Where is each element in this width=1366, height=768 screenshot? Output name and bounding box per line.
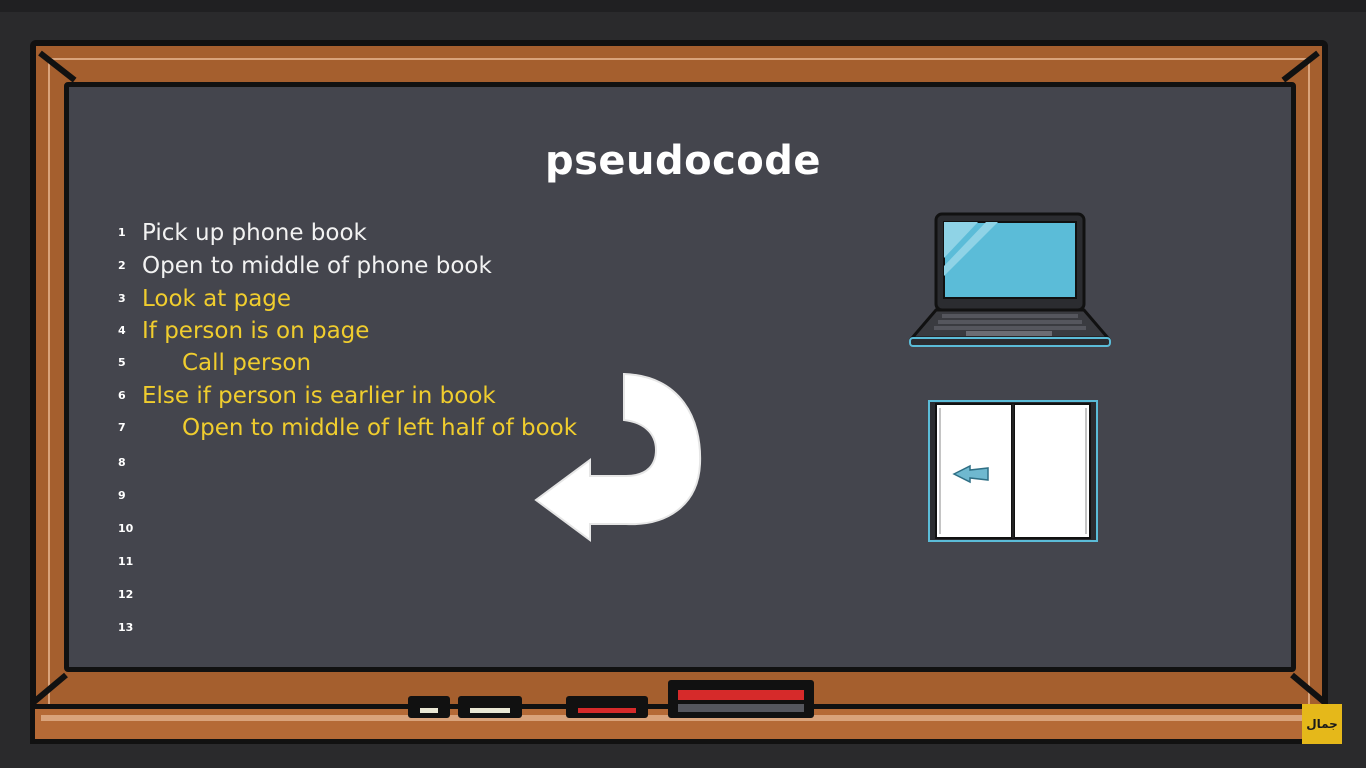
line-text: Call person [182,350,312,376]
line-number: 11 [118,555,134,568]
open-book-icon [928,400,1098,542]
chalk-piece-red [566,696,648,718]
top-strip [0,0,1366,12]
channel-logo-icon: جمال [1302,704,1342,744]
line-number: 12 [118,588,134,601]
line-number: 10 [118,522,134,535]
line-number: 8 [118,456,126,469]
line-number: 2 [118,259,126,272]
line-number: 6 [118,389,126,402]
line-text: Open to middle of left half of book [182,415,578,441]
laptop-icon [908,212,1112,347]
line-number: 7 [118,421,126,434]
line-number: 4 [118,324,126,337]
line-text: Open to middle of phone book [142,253,492,279]
chalk-piece [458,696,522,718]
line-number: 3 [118,292,126,305]
line-number: 13 [118,621,134,634]
line-text: If person is on page [142,318,370,344]
line-number: 9 [118,489,126,502]
curved-arrow-icon [534,372,702,542]
line-text: Pick up phone book [142,220,367,246]
line-number: 1 [118,226,126,239]
line-text: Look at page [142,286,292,312]
board-title: pseudocode [544,138,822,184]
line-number: 5 [118,356,126,369]
line-text: Else if person is earlier in book [142,383,496,409]
chalk-piece [408,696,450,718]
eraser [668,680,814,718]
